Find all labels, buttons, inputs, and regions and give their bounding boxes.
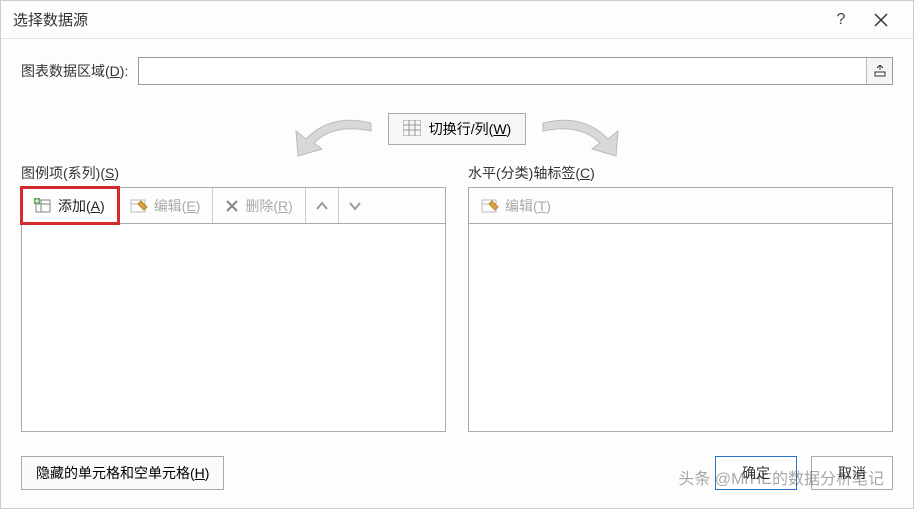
axis-label-prefix: 水平(分类)轴标签( — [468, 165, 580, 181]
axis-label-key: C — [580, 165, 590, 181]
move-down-button[interactable] — [339, 188, 371, 223]
ok-button[interactable]: 确定 — [715, 456, 797, 490]
axis-edit-label: 编辑(T) — [505, 196, 551, 216]
axis-label-suffix: ) — [590, 165, 595, 181]
swap-suffix: ) — [507, 121, 512, 137]
close-button[interactable] — [861, 1, 901, 39]
remove-series-button[interactable]: 删除(R) — [213, 188, 305, 223]
legend-label-key: S — [105, 165, 114, 181]
axis-edit-prefix: 编辑( — [505, 198, 538, 214]
help-button[interactable]: ? — [821, 1, 861, 39]
arrow-right-icon — [518, 111, 638, 161]
chart-data-range-row: 图表数据区域(D): — [21, 57, 893, 85]
edit-icon — [481, 198, 499, 214]
remove-suffix: ) — [288, 198, 293, 214]
remove-key: R — [278, 198, 288, 214]
hidden-suffix: ) — [205, 465, 210, 481]
switch-label: 切换行/列(W) — [429, 119, 511, 139]
add-prefix: 添加( — [58, 198, 91, 214]
dialog-title: 选择数据源 — [13, 9, 821, 30]
remove-label: 删除(R) — [245, 196, 292, 216]
legend-label-prefix: 图例项(系列)( — [21, 165, 105, 181]
collapse-dialog-icon — [874, 65, 886, 77]
lists-row: 图例项(系列)(S) 添加(A) 编辑(E) — [21, 163, 893, 432]
axis-labels-label: 水平(分类)轴标签(C) — [468, 163, 893, 183]
move-up-button[interactable] — [306, 188, 339, 223]
edit-prefix: 编辑( — [154, 198, 187, 214]
add-key: A — [91, 198, 100, 214]
legend-toolbar: 添加(A) 编辑(E) 删除(R) — [21, 187, 446, 223]
arrow-left-icon — [276, 111, 396, 161]
edit-suffix: ) — [196, 198, 201, 214]
edit-icon — [130, 198, 148, 214]
chart-data-range-label: 图表数据区域(D): — [21, 61, 128, 81]
chart-data-range-input-wrap — [138, 57, 893, 85]
axis-edit-suffix: ) — [546, 198, 551, 214]
axis-edit-key: T — [538, 198, 547, 214]
legend-label-suffix: ) — [114, 165, 119, 181]
add-icon — [34, 198, 52, 214]
axis-labels-block: 水平(分类)轴标签(C) 编辑(T) — [468, 163, 893, 432]
chart-data-range-input[interactable] — [139, 58, 866, 84]
swap-key: W — [493, 121, 506, 137]
legend-entries-label: 图例项(系列)(S) — [21, 163, 446, 183]
chevron-up-icon — [316, 201, 328, 211]
range-label-key: D — [110, 63, 120, 79]
chevron-down-icon — [349, 201, 361, 211]
remove-prefix: 删除( — [245, 198, 278, 214]
add-suffix: ) — [100, 198, 105, 214]
range-label-prefix: 图表数据区域( — [21, 63, 110, 79]
switch-row-column-button[interactable]: 切换行/列(W) — [388, 113, 526, 145]
hidden-cells-button[interactable]: 隐藏的单元格和空单元格(H) — [21, 456, 224, 490]
dialog-body: 图表数据区域(D): 切换行/列(W) — [1, 39, 913, 442]
select-data-source-dialog: 选择数据源 ? 图表数据区域(D): — [0, 0, 914, 509]
dialog-footer: 隐藏的单元格和空单元格(H) 确定 取消 — [1, 442, 913, 508]
remove-icon — [225, 199, 239, 213]
cancel-button[interactable]: 取消 — [811, 456, 893, 490]
edit-label: 编辑(E) — [154, 196, 201, 216]
edit-axis-button[interactable]: 编辑(T) — [469, 188, 563, 223]
legend-entries-block: 图例项(系列)(S) 添加(A) 编辑(E) — [21, 163, 446, 432]
range-label-suffix: ): — [120, 63, 129, 79]
titlebar: 选择数据源 ? — [1, 1, 913, 39]
axis-toolbar: 编辑(T) — [468, 187, 893, 223]
axis-labels-list[interactable] — [468, 223, 893, 432]
edit-key: E — [186, 198, 195, 214]
switch-row-column-row: 切换行/列(W) — [21, 113, 893, 145]
range-selector-button[interactable] — [866, 58, 892, 84]
hidden-prefix: 隐藏的单元格和空单元格( — [36, 465, 195, 481]
switch-icon — [403, 120, 421, 139]
hidden-key: H — [195, 465, 205, 481]
legend-series-list[interactable] — [21, 223, 446, 432]
close-icon — [874, 13, 888, 27]
add-label: 添加(A) — [58, 196, 105, 216]
edit-series-button[interactable]: 编辑(E) — [118, 188, 214, 223]
add-series-button[interactable]: 添加(A) — [22, 188, 118, 223]
swap-prefix: 切换行/列( — [429, 121, 494, 137]
